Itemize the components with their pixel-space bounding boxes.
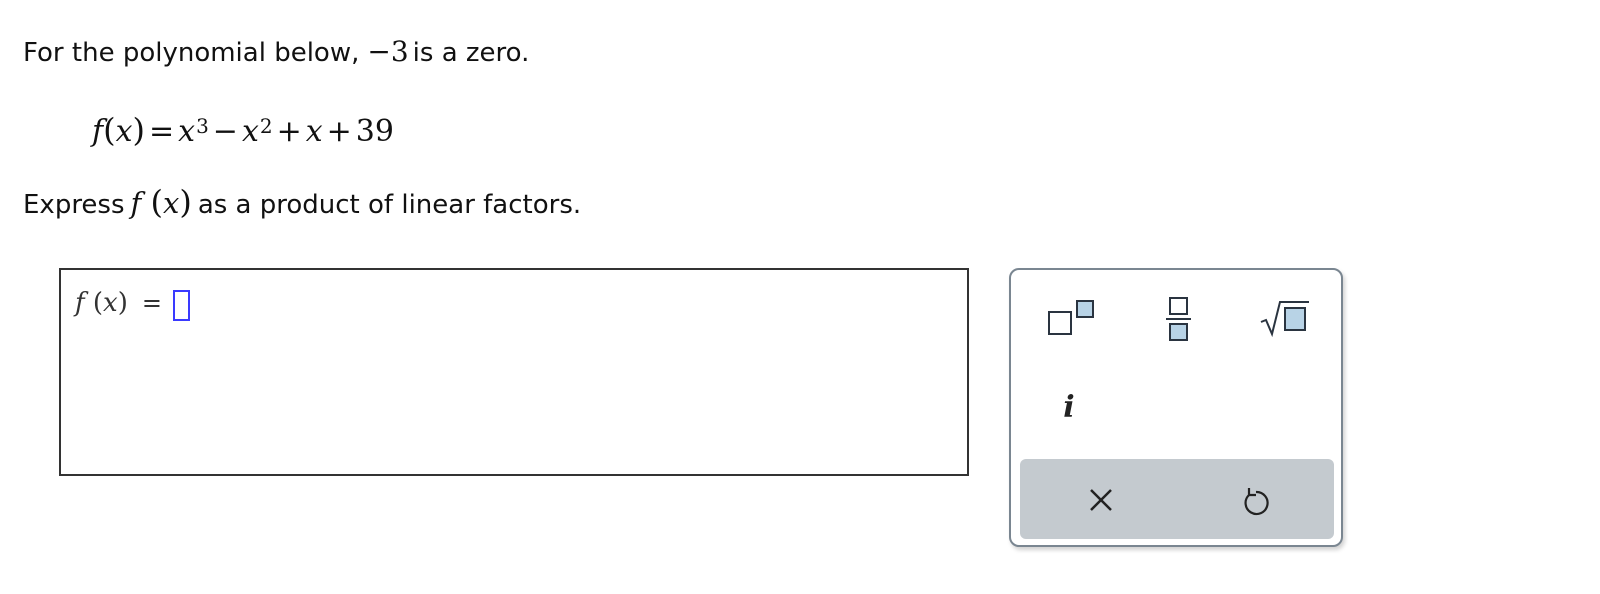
- problem-statement: For the polynomial below, −3 is a zero.: [23, 34, 529, 71]
- function-name: f: [92, 114, 104, 149]
- answer-label: f (x) =: [75, 288, 162, 318]
- instruction-text: Express f (x) as a product of linear facto…: [23, 184, 581, 223]
- instruction-function-name: f: [130, 186, 142, 220]
- term-x-squared-base: x: [241, 114, 259, 149]
- polynomial-expression: f(x) = x3− x2 + x +39: [92, 111, 394, 149]
- close-icon[interactable]: [1086, 485, 1116, 515]
- undo-icon[interactable]: [1240, 483, 1272, 517]
- term-x-cubed-base: x: [178, 114, 196, 149]
- fraction-template-icon[interactable]: [1159, 294, 1199, 346]
- equals-sign: =: [149, 114, 175, 149]
- answer-function-name: f: [75, 288, 85, 318]
- instruction-after: as a product of linear factors.: [197, 190, 582, 220]
- prompt-text-before: For the polynomial below,: [23, 38, 360, 68]
- prompt-text-after: is a zero.: [412, 38, 530, 68]
- term-x-cubed-exponent: 3: [196, 114, 209, 138]
- answer-function-variable: x: [103, 288, 118, 318]
- math-palette: i: [1009, 268, 1343, 547]
- instruction-function-variable: x: [162, 186, 180, 220]
- square-root-template-icon[interactable]: [1259, 298, 1311, 338]
- function-variable: x: [115, 114, 133, 149]
- answer-equals-sign: =: [141, 289, 162, 317]
- answer-entry-slot[interactable]: [173, 290, 190, 321]
- palette-action-bar: [1020, 459, 1334, 539]
- instruction-before: Express: [23, 190, 125, 220]
- superscript-template-icon[interactable]: [1047, 298, 1097, 342]
- term-x-squared-exponent: 2: [259, 114, 273, 138]
- instruction-function: f (x): [130, 183, 192, 221]
- zero-value: −3: [367, 35, 409, 68]
- plus-sign: +: [326, 114, 352, 149]
- minus-sign: −: [212, 114, 238, 149]
- imaginary-unit-button[interactable]: i: [1055, 388, 1083, 428]
- plus-sign: +: [276, 114, 302, 149]
- answer-input-box[interactable]: f (x) =: [59, 268, 969, 476]
- constant-term: 39: [355, 114, 394, 149]
- term-x: x: [305, 114, 323, 149]
